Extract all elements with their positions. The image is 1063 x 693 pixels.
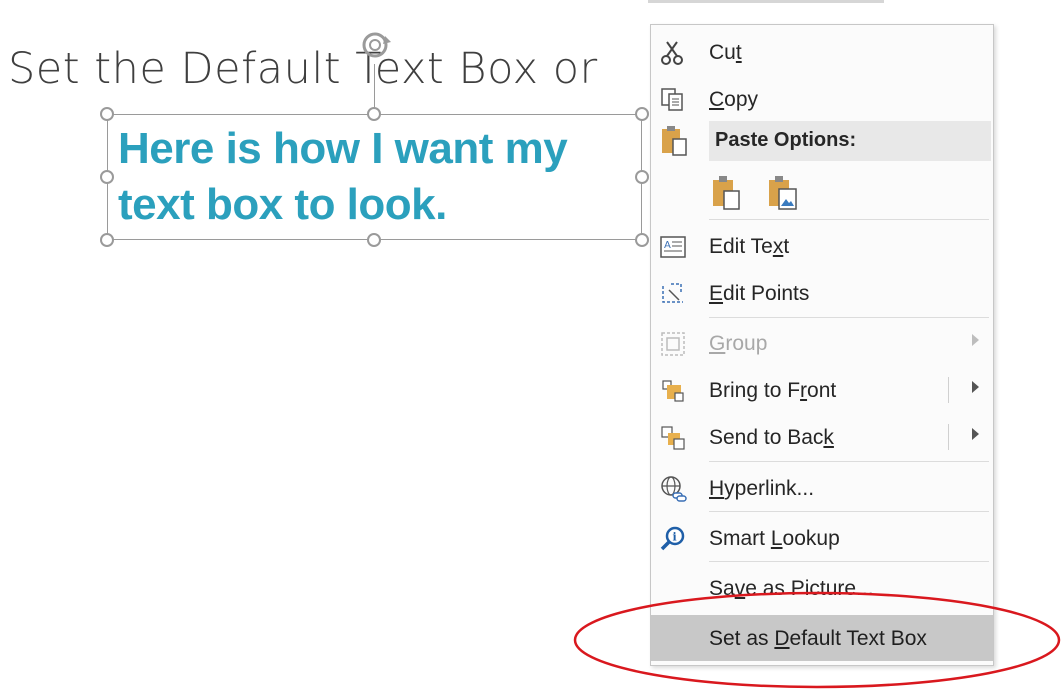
menu-separator [709, 561, 989, 562]
menu-item-smart-lookup[interactable]: i Smart Lookup [651, 515, 993, 561]
slide-title: Set the Default Text Box or [8, 44, 598, 94]
menu-label-cut: Cut [709, 41, 742, 64]
send-to-back-icon [661, 426, 685, 450]
menu-label-copy: Copy [709, 88, 759, 111]
paste-options-label: Paste Options: [715, 129, 857, 151]
menu-label-bring-to-front: Bring to Front [709, 379, 837, 402]
svg-text:i: i [673, 531, 677, 544]
bring-to-front-icon [662, 380, 684, 402]
text-box-line-1: Here is how I want my [118, 124, 568, 173]
paste-icon [662, 126, 687, 156]
selected-text-box[interactable]: Here is how I want my text box to look. [107, 114, 642, 240]
resize-handle-bottom-right[interactable] [635, 233, 649, 247]
submenu-arrow-icon[interactable] [972, 428, 979, 440]
menu-label-send-to-back: Send to Back [709, 426, 834, 449]
menu-item-bring-to-front[interactable]: Bring to Front [651, 367, 993, 413]
menu-item-hyperlink[interactable]: Hyperlink... [651, 465, 993, 511]
smart-lookup-icon: i [660, 526, 685, 551]
resize-handle-top-left[interactable] [100, 107, 114, 121]
resize-handle-middle-left[interactable] [100, 170, 114, 184]
menu-label-group: Group [709, 332, 768, 355]
text-box-line-2: text box to look. [118, 180, 447, 229]
edit-text-icon: A [660, 236, 686, 258]
submenu-arrow-icon [972, 334, 979, 346]
menu-separator [709, 511, 989, 512]
submenu-arrow-icon[interactable] [972, 381, 979, 393]
menu-item-edit-text[interactable]: A Edit Text [651, 223, 993, 269]
text-box-content[interactable]: Here is how I want my text box to look. [118, 121, 568, 233]
split-separator [948, 424, 949, 450]
context-menu: Cut Copy Paste Options: A Edit Text Edit… [650, 24, 994, 666]
menu-separator [709, 317, 989, 318]
menu-label-smart-lookup: Smart Lookup [709, 527, 840, 550]
menu-label-edit-points: Edit Points [709, 282, 810, 305]
paste-options-header: Paste Options: [709, 121, 991, 161]
resize-handle-top-right[interactable] [635, 107, 649, 121]
paste-picture-icon[interactable] [767, 175, 799, 211]
hyperlink-icon [661, 476, 687, 502]
copy-icon [661, 88, 683, 111]
menu-separator [709, 461, 989, 462]
menu-item-send-to-back[interactable]: Send to Back [651, 414, 993, 460]
scissors-icon [661, 41, 683, 65]
split-separator [948, 377, 949, 403]
resize-handle-top-middle[interactable] [367, 107, 381, 121]
menu-item-copy[interactable]: Copy [651, 76, 993, 122]
resize-handle-middle-right[interactable] [635, 170, 649, 184]
menu-item-group[interactable]: Group [651, 320, 993, 366]
group-icon [661, 332, 685, 356]
svg-text:A: A [664, 240, 671, 251]
resize-handle-bottom-left[interactable] [100, 233, 114, 247]
menu-item-cut[interactable]: Cut [651, 29, 993, 75]
rotate-handle-icon[interactable] [358, 28, 392, 62]
menu-item-edit-points[interactable]: Edit Points [651, 270, 993, 316]
menu-label-hyperlink: Hyperlink... [709, 477, 815, 500]
resize-handle-bottom-middle[interactable] [367, 233, 381, 247]
menu-label-edit-text: Edit Text [709, 235, 790, 258]
paste-keep-format-icon[interactable] [711, 175, 743, 211]
menu-separator [709, 219, 989, 220]
edit-points-icon [662, 283, 683, 303]
annotation-oval [573, 591, 1061, 689]
menu-top-edge [648, 0, 884, 3]
